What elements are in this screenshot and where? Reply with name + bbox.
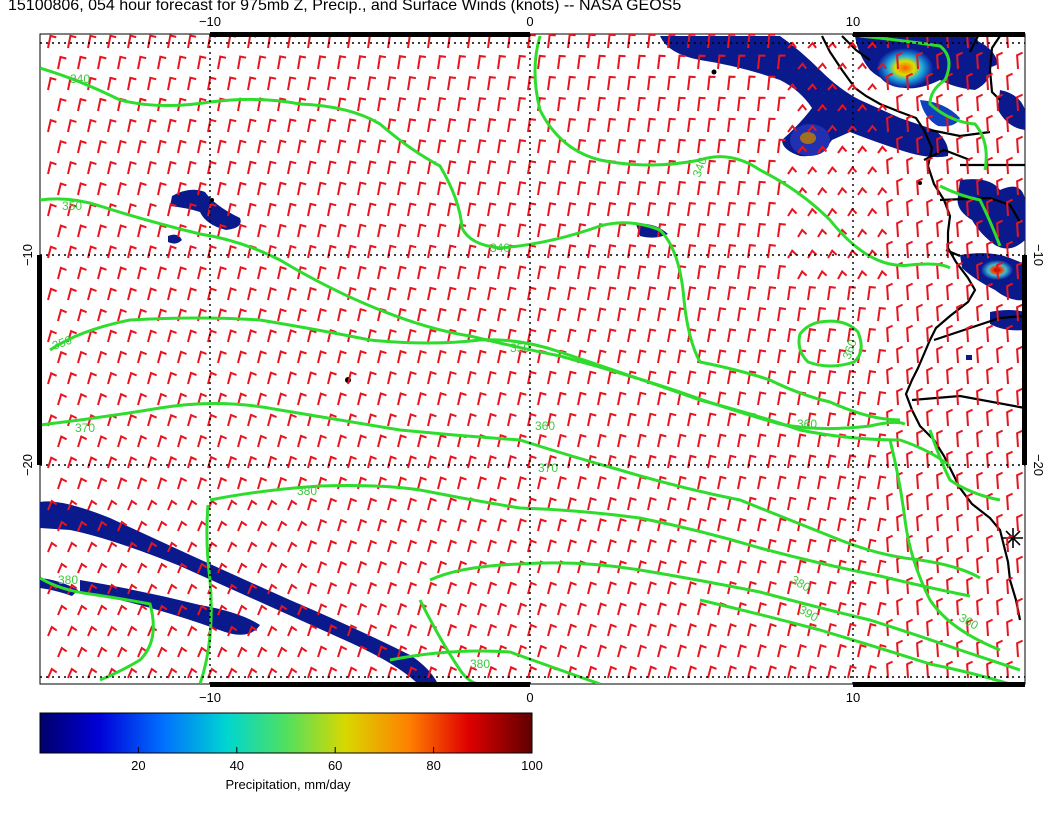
- left-tick-label: −10: [20, 244, 35, 266]
- colorbar-tick-label: 60: [328, 758, 342, 773]
- colorbar-label: Precipitation, mm/day: [226, 777, 351, 792]
- contour-label: 350: [62, 199, 82, 213]
- top-tick-label: 0: [526, 14, 533, 29]
- right-tick-label: −10: [1031, 244, 1046, 266]
- contour-label: 350: [510, 341, 530, 355]
- bottom-tick-label: 0: [526, 690, 533, 705]
- contour-label: 360: [797, 417, 817, 431]
- contour-label: 360: [535, 419, 555, 433]
- colorbar-tick-label: 80: [426, 758, 440, 773]
- colorbar-tick-label: 20: [131, 758, 145, 773]
- colorbar: [39, 712, 533, 754]
- contour-label: 380: [297, 484, 317, 498]
- station-marker: [1003, 528, 1023, 548]
- forecast-map: 340 340 340 350 350 350 360 360 360 370 …: [20, 14, 1046, 792]
- colorbar-tick-label: 40: [230, 758, 244, 773]
- left-tick-label: −20: [20, 454, 35, 476]
- top-tick-label: −10: [199, 14, 221, 29]
- contour-label: 340: [490, 241, 510, 255]
- contour-label: 380: [470, 657, 490, 671]
- bottom-tick-label: −10: [199, 690, 221, 705]
- contour-label: 370: [538, 461, 558, 475]
- colorbar-tick-label: 100: [521, 758, 543, 773]
- contour-label: 340: [70, 72, 90, 86]
- top-tick-label: 10: [846, 14, 860, 29]
- bottom-tick-label: 10: [846, 690, 860, 705]
- contour-label: 370: [75, 421, 95, 435]
- right-tick-label: −20: [1031, 454, 1046, 476]
- contour-label: 380: [58, 573, 78, 587]
